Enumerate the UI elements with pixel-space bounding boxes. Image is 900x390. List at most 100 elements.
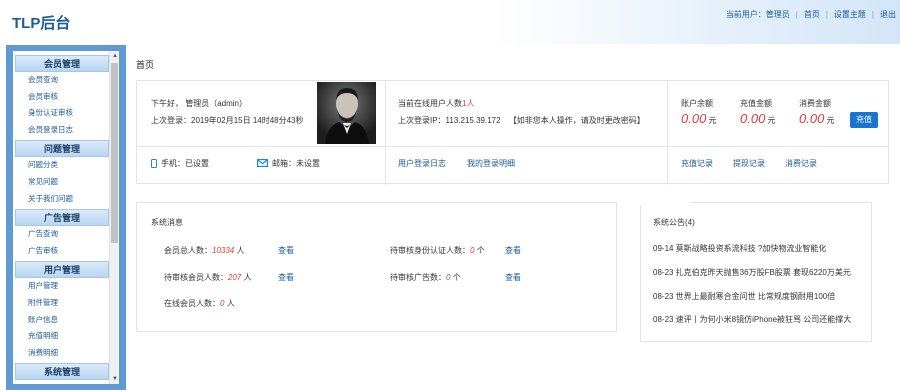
online-members: 在线会员人数：0 人 xyxy=(164,298,235,309)
top-nav: 当前用户：管理员 | 首页 | 设置主题 | 退出 xyxy=(726,9,896,20)
sidebar-scrollbar[interactable]: ▲ ▼ xyxy=(109,51,119,384)
ad-pending: 待审核广告数：0 个 xyxy=(390,272,461,283)
logout-link[interactable]: 退出 xyxy=(880,9,896,20)
menu-item-consume-detail[interactable]: 消费明细 xyxy=(15,345,109,362)
consume-value: 0.00 元 xyxy=(799,111,835,126)
theme-link[interactable]: 设置主题 xyxy=(834,9,866,20)
menu-group-system[interactable]: 系统管理 xyxy=(15,363,109,381)
id-pending: 待审核身份认证人数：0 个 xyxy=(390,245,485,256)
recharge-records-link[interactable]: 充值记录 xyxy=(681,158,713,169)
menu-group-users[interactable]: 用户管理 xyxy=(15,261,109,279)
members-total-label: 会员总人数： xyxy=(164,246,212,255)
menu-item-about-questions[interactable]: 关于我们问题 xyxy=(15,191,109,208)
scroll-up-arrow-icon[interactable]: ▲ xyxy=(110,51,119,61)
greeting-text: 下午好， 管理员（admin） xyxy=(151,99,248,108)
system-messages-title: 系统消息 xyxy=(151,218,183,227)
charge-button[interactable]: 充值 xyxy=(850,112,878,128)
current-user-label: 当前用户：管理员 xyxy=(725,10,790,19)
balance-unit: 元 xyxy=(708,116,717,125)
menu-item-attachments[interactable]: 附件管理 xyxy=(15,295,109,312)
menu-item-member-review[interactable]: 会员审核 xyxy=(15,89,109,106)
menu-group-ads[interactable]: 广告管理 xyxy=(15,209,109,227)
scroll-down-arrow-icon[interactable]: ▼ xyxy=(110,374,119,384)
phone-status-text: 手机：已设置 xyxy=(161,159,209,168)
menu-item-recharge-detail[interactable]: 充值明细 xyxy=(15,328,109,345)
balance-amount: 0.00 xyxy=(681,111,707,126)
phone-status: 手机：已设置 xyxy=(151,158,209,169)
recharge-amount: 0.00 xyxy=(740,111,766,126)
sidebar: 会员管理 会员查询 会员审核 身份认证审核 会员登录日志 问题管理 问题分类 常… xyxy=(6,45,126,390)
ad-pending-label: 待审核广告数： xyxy=(390,273,446,282)
phone-icon xyxy=(151,159,157,168)
sidebar-panel: 会员管理 会员查询 会员审核 身份认证审核 会员登录日志 问题管理 问题分类 常… xyxy=(13,51,119,384)
unit: 人 xyxy=(243,273,252,282)
unit: 个 xyxy=(452,273,461,282)
members-total: 会员总人数：10334 人 xyxy=(164,245,244,256)
notice-item[interactable]: 09-14 莫斯战略投资系流科技 ?加快物流业智能化 xyxy=(653,243,826,254)
view-members-pending-link[interactable]: 查看 xyxy=(278,272,294,283)
online-users-label: 当前在线用户人数 xyxy=(398,99,462,108)
panel-edge xyxy=(640,200,690,205)
balance-value: 0.00 元 xyxy=(681,111,717,126)
mail-icon xyxy=(257,159,269,169)
balance-label: 账户余额 xyxy=(681,99,713,108)
dashboard-summary: 下午好， 管理员（admin） 上次登录：2019年02月15日 14时48分4… xyxy=(136,80,890,185)
ad-pending-value: 0 xyxy=(446,273,451,282)
online-users: 当前在线用户人数1人 xyxy=(398,98,474,109)
email-status-text: 邮箱：未设置 xyxy=(272,159,320,168)
last-ip: 上次登录IP：113.215.39.172 【如非您本人操作，请及时更改密码】 xyxy=(398,115,645,126)
sidebar-menu: 会员管理 会员查询 会员审核 身份认证审核 会员登录日志 问题管理 问题分类 常… xyxy=(15,53,109,381)
security-warning: 【如非您本人操作，请及时更改密码】 xyxy=(508,116,645,125)
menu-group-members[interactable]: 会员管理 xyxy=(15,55,109,72)
menu-item-user-manage[interactable]: 用户管理 xyxy=(15,278,109,295)
view-ad-pending-link[interactable]: 查看 xyxy=(505,272,521,283)
id-pending-label: 待审核身份认证人数： xyxy=(390,246,470,255)
consume-records-link[interactable]: 消费记录 xyxy=(785,158,817,169)
members-pending-label: 待审核会员人数： xyxy=(164,273,228,282)
notice-item[interactable]: 08-23 世界上最耐寒合金问世 比常规度钢耐用100倍 xyxy=(653,291,835,302)
recharge-value: 0.00 元 xyxy=(740,111,776,126)
consume-label: 消费金额 xyxy=(799,99,831,108)
notice-item[interactable]: 08-23 速评丨为何小米8镜仿iPhone被狂骂 公司还能撑大 xyxy=(653,314,851,325)
withdraw-records-link[interactable]: 提现记录 xyxy=(733,158,765,169)
menu-item-member-query[interactable]: 会员查询 xyxy=(15,72,109,89)
top-header: TLP后台 当前用户：管理员 | 首页 | 设置主题 | 退出 xyxy=(0,0,900,44)
divider xyxy=(385,81,386,185)
system-notices-panel: 系统公告(4) 09-14 莫斯战略投资系流科技 ?加快物流业智能化 08-23… xyxy=(640,200,872,342)
menu-item-ad-query[interactable]: 广告查询 xyxy=(15,226,109,243)
nav-separator: | xyxy=(825,10,828,19)
menu-item-faq[interactable]: 常见问题 xyxy=(15,174,109,191)
divider xyxy=(137,146,890,147)
nav-separator: | xyxy=(871,10,874,19)
home-link[interactable]: 首页 xyxy=(804,9,820,20)
menu-item-ad-review[interactable]: 广告审核 xyxy=(15,243,109,260)
unit: 人 xyxy=(226,299,235,308)
avatar xyxy=(317,82,376,144)
view-members-total-link[interactable]: 查看 xyxy=(278,245,294,256)
id-pending-value: 0 xyxy=(470,246,475,255)
last-ip-text: 上次登录IP：113.215.39.172 xyxy=(398,116,501,125)
email-status: 邮箱：未设置 xyxy=(257,158,320,169)
nav-separator: | xyxy=(795,10,798,19)
online-members-label: 在线会员人数： xyxy=(164,299,220,308)
members-total-value: 10334 xyxy=(212,246,235,255)
menu-group-questions[interactable]: 问题管理 xyxy=(15,140,109,158)
brand-title: TLP后台 xyxy=(12,15,71,32)
last-login-text: 上次登录：2019年02月15日 14时48分43秒 xyxy=(151,116,304,125)
login-log-link[interactable]: 用户登录日志 xyxy=(398,158,446,169)
consume-amount: 0.00 xyxy=(799,111,825,126)
menu-item-account-info[interactable]: 账户信息 xyxy=(15,312,109,329)
my-login-detail-link[interactable]: 我的登录明细 xyxy=(467,158,515,169)
unit: 个 xyxy=(476,246,485,255)
unit: 人 xyxy=(236,246,245,255)
online-users-count: 1人 xyxy=(462,99,475,108)
menu-item-id-review[interactable]: 身份认证审核 xyxy=(15,105,109,122)
members-pending-value: 207 xyxy=(228,273,242,282)
menu-item-question-category[interactable]: 问题分类 xyxy=(15,157,109,174)
notice-item[interactable]: 08-23 扎克伯克昨天抛售36万股FB股票 套现6220万美元 xyxy=(653,267,851,278)
view-id-pending-link[interactable]: 查看 xyxy=(505,245,521,256)
scrollbar-thumb[interactable] xyxy=(111,63,118,243)
members-pending: 待审核会员人数：207 人 xyxy=(164,272,252,283)
system-messages-panel: 系统消息 会员总人数：10334 人 查看 待审核会员人数：207 人 查看 在… xyxy=(136,202,617,332)
menu-item-login-log[interactable]: 会员登录日志 xyxy=(15,122,109,139)
